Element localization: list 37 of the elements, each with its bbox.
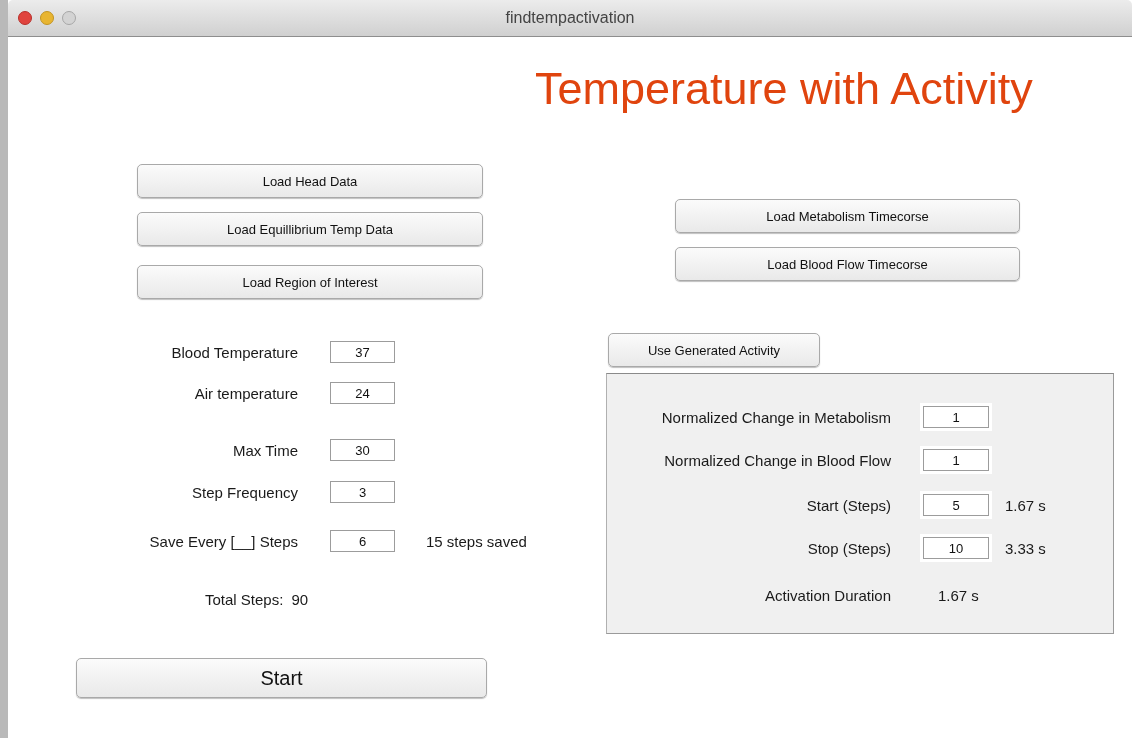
input-field[interactable]: 5	[923, 494, 989, 516]
field-label: Max Time	[232, 441, 298, 459]
field-label: Save Every [__] Steps	[148, 532, 298, 550]
field-label: Normalized Change in Metabolism	[660, 408, 891, 426]
field-label: Stop (Steps)	[806, 539, 891, 557]
close-icon[interactable]	[18, 11, 32, 25]
duration-value: 1.67 s	[938, 586, 979, 604]
field-label: Blood Temperature	[170, 343, 298, 361]
info-text: 15 steps saved	[426, 532, 527, 550]
info-text: 1.67 s	[1005, 496, 1046, 514]
input-field[interactable]: 30	[330, 439, 395, 461]
input-field[interactable]: 6	[330, 530, 395, 552]
load-button[interactable]: Load Equillibrium Temp Data	[137, 212, 483, 246]
input-field[interactable]: 1	[923, 449, 989, 471]
input-field[interactable]: 1	[923, 406, 989, 428]
zoom-icon[interactable]	[62, 11, 76, 25]
activity-button[interactable]: Use Generated Activity	[608, 333, 820, 367]
heading: Temperature with Activity	[535, 62, 1033, 116]
minimize-icon[interactable]	[40, 11, 54, 25]
start-button[interactable]: Start	[76, 658, 487, 698]
field-label: Air temperature	[193, 384, 298, 402]
load-button[interactable]: Load Metabolism Timecorse	[675, 199, 1020, 233]
load-button[interactable]: Load Head Data	[137, 164, 483, 198]
input-field[interactable]: 3	[330, 481, 395, 503]
field-label: Normalized Change in Blood Flow	[663, 451, 891, 469]
load-button[interactable]: Load Region of Interest	[137, 265, 483, 299]
total-steps-label: Total Steps:	[205, 591, 284, 608]
field-label: Activation Duration	[764, 586, 891, 604]
total-steps-value: 90	[291, 591, 309, 608]
input-field[interactable]: 10	[923, 537, 989, 559]
load-button[interactable]: Load Blood Flow Timecorse	[675, 247, 1020, 281]
window-title: findtempactivation	[505, 9, 635, 26]
input-field[interactable]: 24	[330, 382, 395, 404]
field-label: Step Frequency	[191, 483, 298, 501]
field-label: Start (Steps)	[805, 496, 891, 514]
info-text: 3.33 s	[1005, 539, 1046, 557]
input-field[interactable]: 37	[330, 341, 395, 363]
